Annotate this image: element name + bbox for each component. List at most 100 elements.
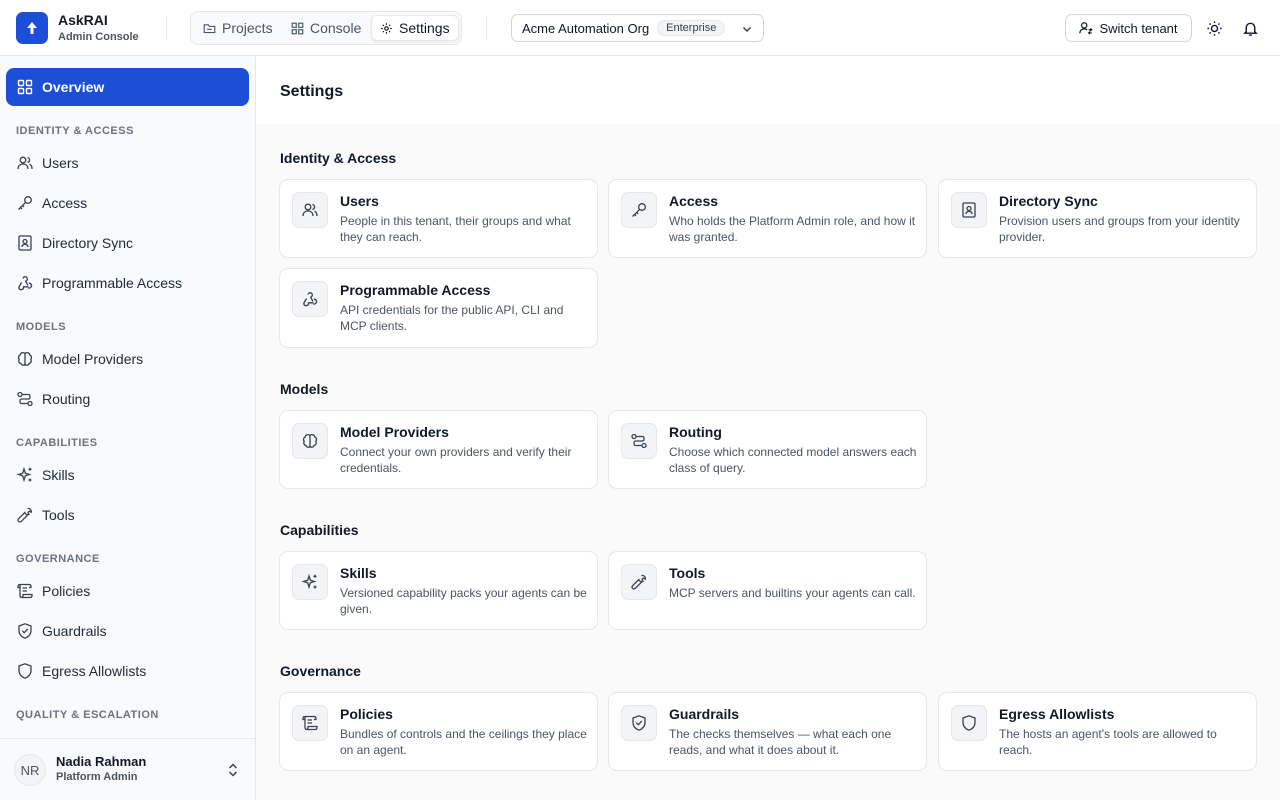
tab-projects-label: Projects	[222, 20, 273, 36]
sidebar-item-label: Users	[42, 155, 79, 171]
card-users[interactable]: Users People in this tenant, their group…	[279, 179, 598, 258]
sidebar-item-skills[interactable]: Skills	[6, 458, 249, 492]
users-icon	[17, 156, 33, 170]
card-routing[interactable]: Routing Choose which connected model ans…	[608, 410, 927, 489]
org-name: Acme Automation Org	[522, 20, 650, 36]
card-egress-allowlists[interactable]: Egress Allowlists The hosts an agent's t…	[938, 692, 1257, 771]
route-icon	[17, 391, 33, 407]
top-tabs: Projects Console Settings	[190, 11, 462, 45]
sidebar-item-overview[interactable]: Overview	[6, 68, 249, 106]
card-tools[interactable]: Tools MCP servers and builtins your agen…	[608, 551, 927, 630]
sidebar-section-title: QUALITY & ESCALATION	[16, 709, 159, 721]
tab-projects[interactable]: Projects	[195, 15, 281, 41]
tab-settings[interactable]: Settings	[371, 15, 459, 41]
users-icon	[302, 203, 318, 217]
card-title: Policies	[340, 706, 393, 722]
card-description: Choose which connected model answers eac…	[669, 445, 917, 475]
card-skills[interactable]: Skills Versioned capability packs your a…	[279, 551, 598, 630]
section-title: Governance	[280, 663, 361, 679]
sidebar-item-label: Policies	[42, 583, 91, 599]
key-icon	[632, 203, 646, 217]
card-access[interactable]: Access Who holds the Platform Admin role…	[608, 179, 927, 258]
switch-tenant-label: Switch tenant	[1099, 20, 1178, 36]
section-title: Capabilities	[280, 522, 359, 538]
card-policies[interactable]: Policies Bundles of controls and the cei…	[279, 692, 598, 771]
bell-icon[interactable]	[1240, 18, 1260, 38]
card-description: Who holds the Platform Admin role, and h…	[669, 214, 916, 244]
shield-check-icon	[18, 623, 32, 639]
key-icon	[18, 196, 32, 210]
card-title: Directory Sync	[999, 193, 1098, 209]
card-description: Bundles of controls and the ceilings the…	[340, 727, 587, 757]
sidebar-item-egress-allowlists[interactable]: Egress Allowlists	[6, 654, 249, 688]
scroll-icon	[17, 583, 33, 599]
org-plan-badge: Enterprise	[657, 20, 726, 36]
card-description: The checks themselves — what each one re…	[669, 727, 892, 757]
sidebar-item-model-providers[interactable]: Model Providers	[6, 342, 249, 376]
sidebar-item-label: Egress Allowlists	[42, 663, 147, 679]
sidebar-section-title: IDENTITY & ACCESS	[16, 125, 134, 137]
sidebar-item-users[interactable]: Users	[6, 146, 249, 180]
sidebar-item-label: Routing	[42, 391, 91, 407]
sidebar: Overview IDENTITY & ACCESS Users Access …	[0, 56, 256, 800]
switch-tenant-button[interactable]: Switch tenant	[1065, 14, 1192, 42]
sidebar-item-label: Guardrails	[42, 623, 107, 639]
sidebar-item-label: Access	[42, 195, 88, 211]
user-name: Nadia Rahman	[56, 754, 147, 769]
sparkles-icon	[301, 573, 317, 590]
brain-icon	[17, 352, 33, 366]
divider	[166, 16, 167, 40]
sidebar-item-directory-sync[interactable]: Directory Sync	[6, 226, 249, 260]
sidebar-item-label: Directory Sync	[42, 235, 134, 251]
shield-icon	[962, 715, 976, 731]
sidebar-item-routing[interactable]: Routing	[6, 382, 249, 416]
card-model-providers[interactable]: Model Providers Connect your own provide…	[279, 410, 598, 489]
user-role: Platform Admin	[56, 771, 138, 783]
wrench-icon	[631, 574, 647, 590]
section-title: Models	[280, 381, 329, 397]
folder-icon	[203, 23, 216, 33]
chevrons-up-down-icon[interactable]	[226, 762, 240, 778]
card-programmable-access[interactable]: Programmable Access API credentials for …	[279, 268, 598, 348]
sidebar-item-access[interactable]: Access	[6, 186, 249, 220]
sidebar-item-label: Programmable Access	[42, 275, 183, 291]
sidebar-item-label: Model Providers	[42, 351, 144, 367]
card-description: Connect your own providers and verify th…	[340, 445, 572, 475]
sidebar-section-title: MODELS	[16, 321, 67, 333]
contact-book-icon	[18, 235, 32, 251]
card-directory-sync[interactable]: Directory Sync Provision users and group…	[938, 179, 1257, 258]
card-description: API credentials for the public API, CLI …	[340, 303, 564, 333]
card-description: Versioned capability packs your agents c…	[340, 586, 587, 616]
user-menu[interactable]: NR Nadia Rahman Platform Admin	[0, 738, 255, 800]
tab-console[interactable]: Console	[283, 15, 369, 41]
card-description: People in this tenant, their groups and …	[340, 214, 571, 244]
card-title: Routing	[669, 424, 722, 440]
tab-settings-label: Settings	[399, 20, 450, 36]
shield-icon	[18, 663, 32, 679]
card-guardrails[interactable]: Guardrails The checks themselves — what …	[608, 692, 927, 771]
sidebar-item-label: Overview	[42, 79, 105, 95]
sidebar-item-policies[interactable]: Policies	[6, 574, 249, 608]
wrench-icon	[17, 507, 33, 523]
scroll-icon	[302, 715, 318, 731]
brand-name: AskRAI	[58, 12, 108, 28]
sidebar-item-programmable-access[interactable]: Programmable Access	[6, 266, 249, 300]
grid-icon	[291, 22, 304, 34]
section-title: Identity & Access	[280, 150, 397, 166]
dashboard-grid-icon	[17, 79, 33, 95]
card-description: Provision users and groups from your ide…	[999, 214, 1240, 244]
sidebar-item-guardrails[interactable]: Guardrails	[6, 614, 249, 648]
top-bar: AskRAI Admin Console Projects Console Se…	[0, 0, 1280, 56]
sidebar-item-label: Skills	[42, 467, 75, 483]
org-selector[interactable]: Acme Automation Org Enterprise	[511, 14, 764, 42]
sidebar-item-tools[interactable]: Tools	[6, 498, 249, 532]
user-switch-icon	[1079, 22, 1094, 35]
sidebar-section-title: GOVERNANCE	[16, 553, 100, 565]
divider	[486, 16, 487, 40]
theme-toggle-sun-icon[interactable]	[1204, 18, 1224, 38]
route-icon	[631, 433, 647, 449]
webhook-icon	[18, 276, 33, 291]
card-title: Skills	[340, 565, 377, 581]
card-title: Tools	[669, 565, 706, 581]
brand-logo-icon[interactable]	[16, 12, 48, 44]
